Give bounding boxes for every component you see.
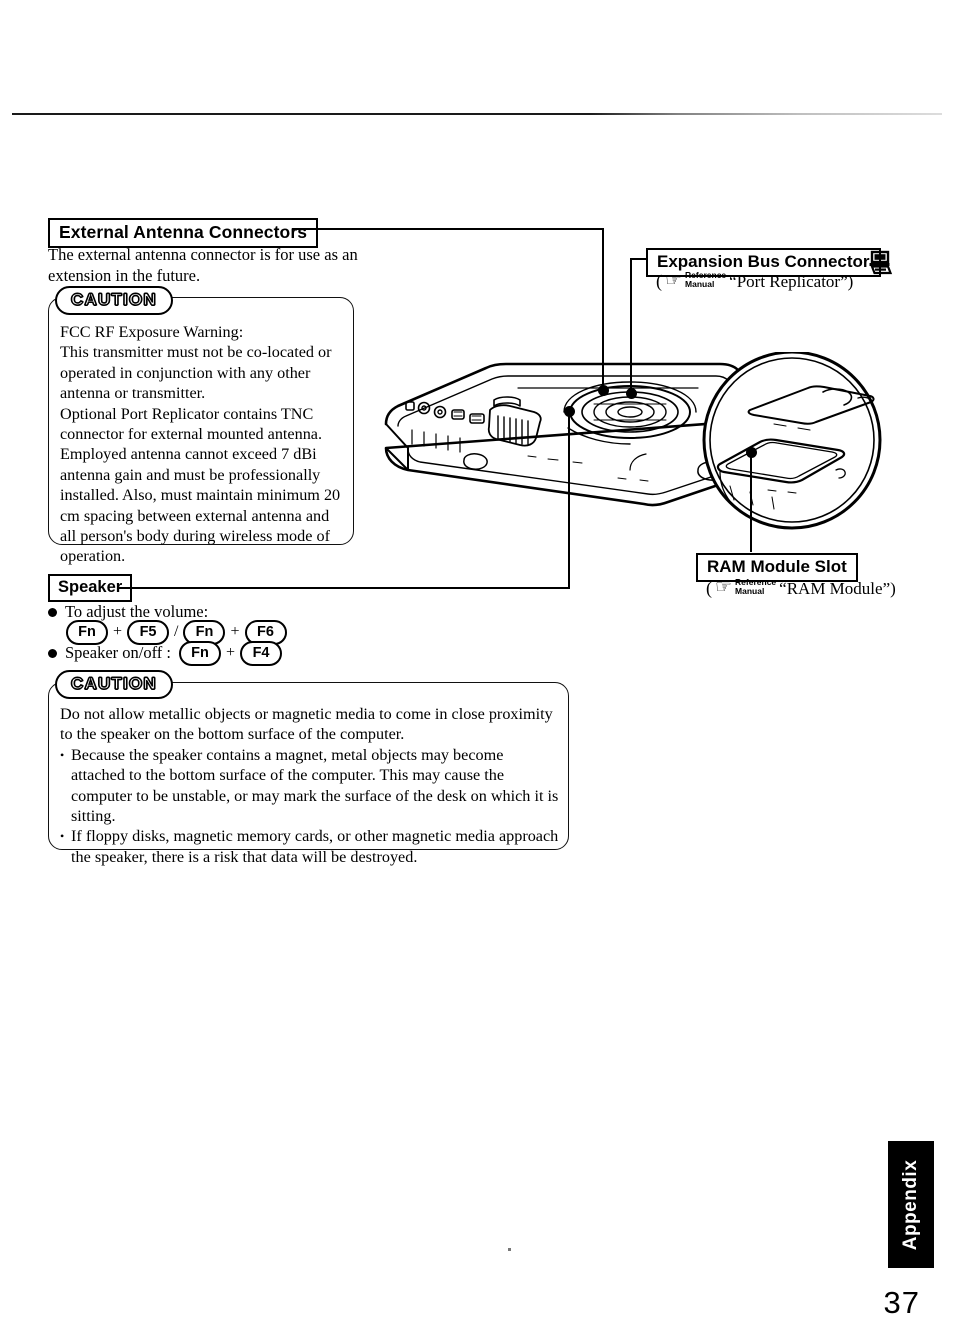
appendix-tab: Appendix xyxy=(888,1141,934,1268)
leader-line-ram-module-vertical xyxy=(750,452,752,552)
external-antenna-description: The external antenna connector is for us… xyxy=(48,245,358,285)
leader-line-external-antenna-horizontal xyxy=(292,228,604,230)
leader-line-speaker-horizontal xyxy=(118,587,570,589)
leader-dot-ram-module xyxy=(746,447,757,458)
leader-line-speaker-vertical xyxy=(568,412,570,589)
key-plus-2: + xyxy=(230,623,240,641)
caution-paragraph-2: Optional Port Replicator contains TNC co… xyxy=(60,404,341,566)
speaker-bullet-onoff: Speaker on/off : Fn + F4 xyxy=(48,641,283,666)
speaker-bullet-volume: To adjust the volume: xyxy=(48,602,208,622)
header-rule xyxy=(12,113,942,115)
speaker-bullet-volume-label: To adjust the volume: xyxy=(65,602,209,621)
reference-manual-label: Reference Manual xyxy=(735,577,776,596)
reference-manual-line-2: Manual xyxy=(735,585,765,596)
bullet-dot-icon xyxy=(48,607,57,617)
leader-dot-speaker xyxy=(564,406,575,417)
reference-target-title: “Port Replicator”) xyxy=(729,271,854,291)
bullet-dot-icon xyxy=(48,648,57,658)
pointing-hand-icon: ☞ xyxy=(715,577,733,598)
caution-badge: CAUTION xyxy=(55,670,173,699)
key-plus-3: + xyxy=(226,644,236,662)
caution-text-speaker: Do not allow metallic objects or magneti… xyxy=(60,704,560,867)
key-fn-3: Fn xyxy=(179,641,222,666)
reference-manual-line-2: Manual xyxy=(685,278,715,289)
manual-page: External Antenna Connectors The external… xyxy=(0,0,954,1339)
caution-text-antenna: FCC RF Exposure Warning: This transmitte… xyxy=(60,322,348,567)
section-title-label: Speaker xyxy=(58,578,123,596)
reference-manual-label: Reference Manual xyxy=(685,270,726,289)
reference-open-paren: ( xyxy=(656,271,662,291)
computer-device-icon xyxy=(869,250,893,275)
caution-badge: CAUTION xyxy=(55,286,173,315)
reference-manual-ram-module: ( ☞ Reference Manual “RAM Module”) xyxy=(706,577,896,599)
key-f4: F4 xyxy=(240,641,283,666)
scan-speck xyxy=(508,1248,511,1251)
reference-target-title: “RAM Module”) xyxy=(779,578,896,598)
section-title-label: External Antenna Connectors xyxy=(59,222,308,242)
caution-speaker-intro: Do not allow metallic objects or magneti… xyxy=(60,705,553,744)
page-number: 37 xyxy=(883,1285,920,1320)
caution-speaker-item-1: Because the speaker contains a magnet, m… xyxy=(60,745,560,827)
laptop-bottom-illustration xyxy=(384,352,882,530)
caution-paragraph-1: This transmitter must not be co-located … xyxy=(60,343,332,403)
caution-speaker-item-2: If floppy disks, magnetic memory cards, … xyxy=(60,826,560,867)
speaker-bullet-onoff-label: Speaker on/off : xyxy=(65,643,172,663)
key-separator-slash: / xyxy=(174,623,179,641)
appendix-tab-label: Appendix xyxy=(900,1159,921,1250)
reference-manual-expansion-bus: ( ☞ Reference Manual “Port Replicator”) xyxy=(656,270,854,292)
caution-heading: FCC RF Exposure Warning: xyxy=(60,323,244,341)
pointing-hand-icon: ☞ xyxy=(665,270,683,291)
reference-open-paren: ( xyxy=(706,578,712,598)
section-title-label: RAM Module Slot xyxy=(707,557,847,576)
key-plus-1: + xyxy=(113,623,123,641)
